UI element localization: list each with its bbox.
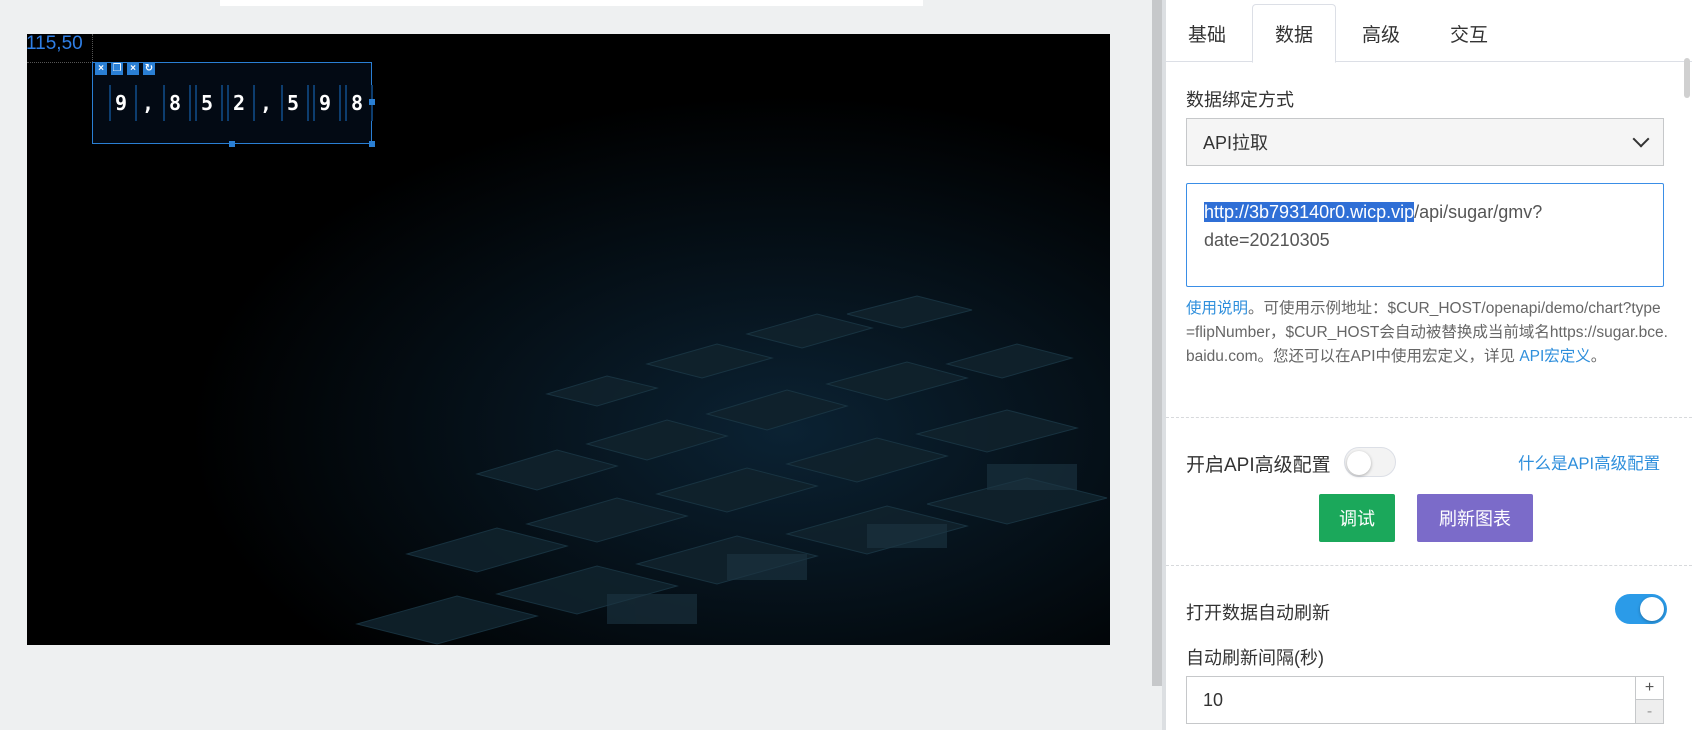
tab-advanced[interactable]: 高级	[1338, 4, 1424, 62]
section-divider	[1166, 417, 1692, 418]
api-macro-link[interactable]: API宏定义	[1519, 348, 1590, 365]
increment-button[interactable]: +	[1636, 677, 1663, 700]
auto-refresh-toggle[interactable]	[1615, 594, 1667, 624]
digit-separator: ,	[259, 91, 273, 115]
toggle-knob	[1640, 597, 1664, 621]
debug-button[interactable]: 调试	[1319, 494, 1395, 542]
editor-scrollbar[interactable]	[1152, 0, 1162, 686]
resize-handle-bottom[interactable]	[229, 141, 235, 147]
what-is-advanced-link[interactable]: 什么是API高级配置	[1518, 450, 1660, 474]
delete-icon[interactable]: ×	[127, 63, 139, 75]
coordinate-readout: 115,50	[26, 33, 83, 54]
refresh-chart-button[interactable]: 刷新图表	[1417, 494, 1533, 542]
toggle-knob	[1347, 451, 1371, 475]
usage-link[interactable]: 使用说明	[1186, 300, 1248, 317]
tab-data[interactable]: 数据	[1252, 4, 1336, 63]
chevron-down-icon	[1632, 130, 1650, 148]
resize-handle-right[interactable]	[369, 99, 375, 105]
advanced-config-toggle[interactable]	[1344, 447, 1396, 477]
auto-refresh-label: 打开数据自动刷新	[1186, 603, 1330, 623]
widget-toolbar: × ❐ × ↻	[95, 63, 155, 75]
section-divider	[1166, 565, 1692, 566]
guide-line-horizontal	[27, 62, 93, 63]
help-tail: 。	[1590, 348, 1607, 365]
digit: 2	[223, 85, 255, 121]
refresh-icon[interactable]: ↻	[143, 63, 155, 75]
resize-handle-corner[interactable]	[369, 141, 375, 147]
refresh-interval-value: 10	[1203, 689, 1224, 710]
close-icon[interactable]: ×	[95, 63, 107, 75]
digit: 9	[105, 85, 137, 121]
digit: 9	[309, 85, 341, 121]
binding-method-label: 数据绑定方式	[1186, 90, 1294, 110]
advanced-config-label: 开启API高级配置	[1186, 455, 1331, 476]
flip-number-widget[interactable]: × ❐ × ↻ 9 , 8 5 2 , 5 9 8	[92, 62, 375, 147]
panel-scrollbar[interactable]	[1684, 58, 1690, 98]
guide-line-vertical	[92, 34, 93, 62]
tab-interaction[interactable]: 交互	[1428, 4, 1510, 62]
panel-tabs: 基础 数据 高级 交互	[1166, 0, 1692, 63]
digit: 8	[159, 85, 191, 121]
decrement-button[interactable]: -	[1636, 700, 1663, 723]
digit: 5	[277, 85, 309, 121]
binding-method-value: API拉取	[1203, 133, 1269, 153]
api-url-selected-text: http://3b793140r0.wicp.vip	[1204, 202, 1415, 222]
editor-area: 115,50 × ❐ × ↻ 9 , 8 5 2 , 5 9 8	[0, 0, 1162, 730]
top-toolbar-strip	[220, 0, 923, 6]
binding-method-select[interactable]: API拉取	[1186, 118, 1664, 166]
tab-basic[interactable]: 基础	[1166, 4, 1248, 62]
config-panel: 基础 数据 高级 交互 数据绑定方式 API拉取 http://3b793140…	[1166, 0, 1692, 730]
refresh-interval-input[interactable]: 10 + -	[1186, 676, 1664, 724]
copy-icon[interactable]: ❐	[111, 63, 123, 75]
api-url-input[interactable]: http://3b793140r0.wicp.vip/api/sugar/gmv…	[1186, 183, 1664, 287]
refresh-interval-label: 自动刷新间隔(秒)	[1186, 648, 1324, 668]
digit-separator: ,	[141, 91, 155, 115]
api-help-text: 使用说明。可使用示例地址：$CUR_HOST/openapi/demo/char…	[1186, 297, 1668, 369]
digit: 5	[191, 85, 223, 121]
flip-number-digits: 9 , 8 5 2 , 5 9 8	[105, 85, 373, 121]
interval-stepper: + -	[1635, 677, 1663, 723]
